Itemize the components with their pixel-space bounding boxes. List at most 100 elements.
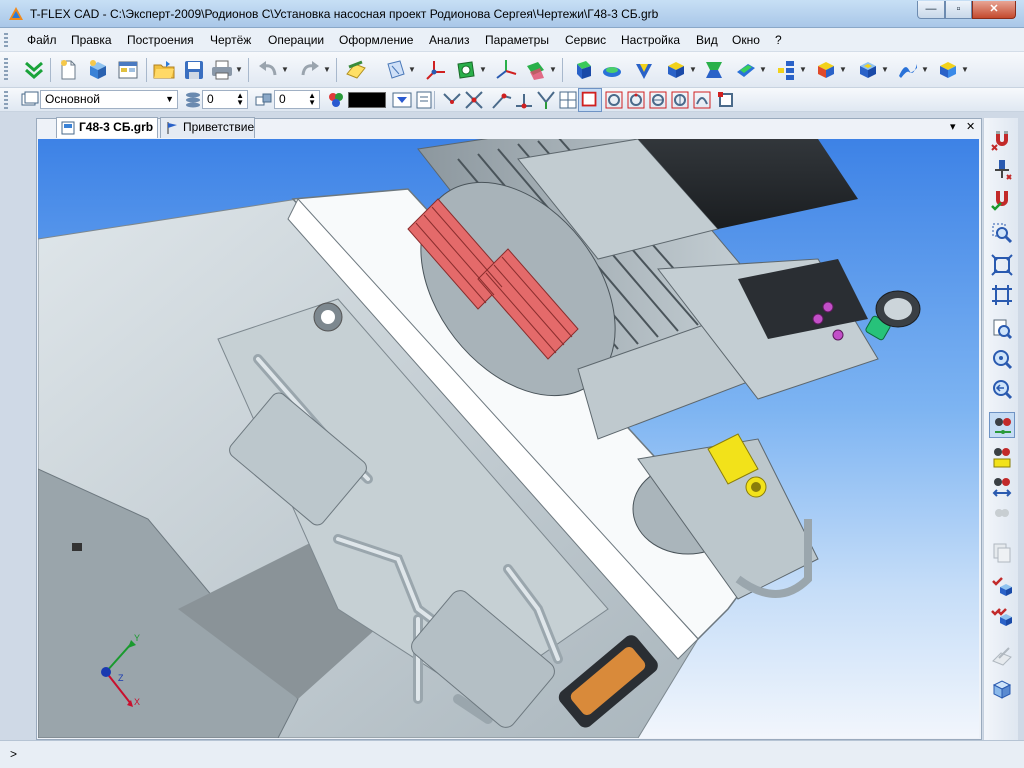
tab-drawing[interactable]: Г48-3 СБ.grb (56, 117, 158, 138)
solid-dropdown-arrow-icon[interactable]: ▼ (961, 58, 969, 82)
spin-arrows-icon[interactable]: ▲ ▼ (308, 92, 316, 107)
menu-drawing[interactable]: Чертёж (210, 33, 251, 47)
filter-icon[interactable] (390, 88, 414, 112)
spiral-dropdown-arrow-icon[interactable]: ▼ (759, 58, 767, 82)
save-icon[interactable] (182, 58, 206, 82)
color-palette-icon[interactable] (324, 88, 348, 112)
menu-construct[interactable]: Построения (127, 33, 194, 47)
fillet-icon[interactable] (814, 58, 838, 82)
node-dropdown-arrow-icon[interactable]: ▼ (479, 58, 487, 82)
snap-end-icon[interactable] (490, 88, 514, 112)
pin-icon[interactable] (989, 156, 1015, 182)
fit-page-icon[interactable] (989, 282, 1015, 308)
snap-center-icon[interactable] (578, 88, 602, 112)
print-icon[interactable] (210, 58, 234, 82)
workplane-icon[interactable] (344, 58, 368, 82)
new-from-template-icon[interactable] (116, 58, 140, 82)
redo-icon[interactable] (298, 58, 322, 82)
rotate-view-icon[interactable] (989, 412, 1015, 438)
check-all-icon[interactable] (989, 602, 1015, 628)
surface-icon[interactable] (896, 58, 920, 82)
menu-service[interactable]: Сервис (565, 33, 606, 47)
sketch-plane-icon[interactable] (384, 58, 408, 82)
menu-design[interactable]: Оформление (339, 33, 413, 47)
layers-icon[interactable] (18, 88, 42, 112)
menu-window[interactable]: Окно (732, 33, 760, 47)
extrusion-icon[interactable] (572, 58, 596, 82)
title-bar[interactable]: T-FLEX CAD - C:\Эксперт-2009\Родионов С\… (0, 0, 1024, 28)
snap-tangent-icon[interactable] (534, 88, 558, 112)
menu-analysis[interactable]: Анализ (429, 33, 470, 47)
snap-quadrant-icon[interactable] (624, 88, 648, 112)
list-icon[interactable] (412, 88, 436, 112)
check-model-icon[interactable] (989, 572, 1015, 598)
level-stepper[interactable]: 0 ▲ ▼ (202, 90, 248, 109)
fillet-dropdown-arrow-icon[interactable]: ▼ (839, 58, 847, 82)
shell-icon[interactable] (856, 58, 880, 82)
loft-icon[interactable] (664, 58, 688, 82)
toolbar-grip[interactable] (4, 58, 8, 82)
3d-viewport[interactable]: Y X Z (38, 139, 979, 738)
priority-stepper[interactable]: 0 ▲ ▼ (274, 90, 320, 109)
sweep-icon[interactable] (702, 58, 726, 82)
3d-node-icon[interactable] (454, 58, 478, 82)
new-3d-model-icon[interactable] (86, 58, 110, 82)
pencil-plane-icon[interactable] (989, 642, 1015, 668)
array-icon[interactable] (774, 58, 798, 82)
menu-operations[interactable]: Операции (268, 33, 324, 47)
redo-dropdown-arrow-icon[interactable]: ▼ (323, 58, 331, 82)
snap-magnet-check-icon[interactable] (989, 186, 1015, 212)
snap-nearest-icon[interactable] (668, 88, 692, 112)
menubar-grip[interactable] (4, 33, 8, 47)
command-prompt[interactable]: > (10, 747, 17, 761)
expand-icon[interactable] (22, 58, 46, 82)
tab-welcome[interactable]: Приветствие (160, 117, 255, 138)
menu-edit[interactable]: Правка (71, 33, 112, 47)
snap-magnet-cross-icon[interactable] (989, 126, 1015, 152)
spiral-icon[interactable] (734, 58, 758, 82)
open-folder-icon[interactable] (152, 58, 176, 82)
toolbar-grip[interactable] (4, 91, 8, 109)
plane-dropdown-arrow-icon[interactable]: ▼ (408, 58, 416, 82)
rotation-icon[interactable] (600, 58, 624, 82)
snap-grid-icon[interactable] (556, 88, 580, 112)
lcs-axes-icon[interactable] (494, 58, 518, 82)
shell-dropdown-arrow-icon[interactable]: ▼ (881, 58, 889, 82)
menu-parameters[interactable]: Параметры (485, 33, 549, 47)
new-document-icon[interactable] (56, 58, 80, 82)
walk-view-icon[interactable] (989, 502, 1015, 528)
pan-view-icon[interactable] (989, 444, 1015, 470)
zoom-previous-icon[interactable] (989, 376, 1015, 402)
snap-object-icon[interactable] (714, 88, 738, 112)
menu-settings[interactable]: Настройка (621, 33, 680, 47)
snap-intersection-icon[interactable] (462, 88, 486, 112)
close-button[interactable]: ✕ (972, 1, 1016, 19)
print-dropdown-arrow-icon[interactable]: ▼ (235, 58, 243, 82)
snap-vertex-icon[interactable] (440, 88, 464, 112)
undo-dropdown-arrow-icon[interactable]: ▼ (281, 58, 289, 82)
coordinate-system-icon[interactable] (424, 58, 448, 82)
tab-list-icon[interactable]: ▾ (950, 120, 956, 133)
boolean-icon[interactable] (632, 58, 656, 82)
minimize-button[interactable]: — (917, 1, 945, 19)
zoom-dynamic-icon[interactable] (989, 346, 1015, 372)
section-plane-icon[interactable] (524, 58, 548, 82)
3d-box-icon[interactable] (989, 676, 1015, 702)
zoom-view-icon[interactable] (989, 474, 1015, 500)
snap-mid-icon[interactable] (512, 88, 536, 112)
fit-all-icon[interactable] (989, 252, 1015, 278)
array-dropdown-arrow-icon[interactable]: ▼ (799, 58, 807, 82)
snap-perpendicular-icon[interactable] (646, 88, 670, 112)
color-swatch[interactable] (348, 92, 386, 108)
surface-dropdown-arrow-icon[interactable]: ▼ (921, 58, 929, 82)
snap-circle-icon[interactable] (602, 88, 626, 112)
body-dropdown-arrow-icon[interactable]: ▼ (689, 58, 697, 82)
maximize-button[interactable]: ▫ (945, 1, 972, 19)
section-dropdown-arrow-icon[interactable]: ▼ (549, 58, 557, 82)
zoom-page-icon[interactable] (989, 316, 1015, 342)
tflex-app-icon[interactable] (8, 6, 24, 22)
undo-icon[interactable] (256, 58, 280, 82)
chevron-down-icon[interactable]: ▼ (165, 92, 174, 107)
copy-pages-icon[interactable] (989, 540, 1015, 566)
menu-view[interactable]: Вид (696, 33, 718, 47)
